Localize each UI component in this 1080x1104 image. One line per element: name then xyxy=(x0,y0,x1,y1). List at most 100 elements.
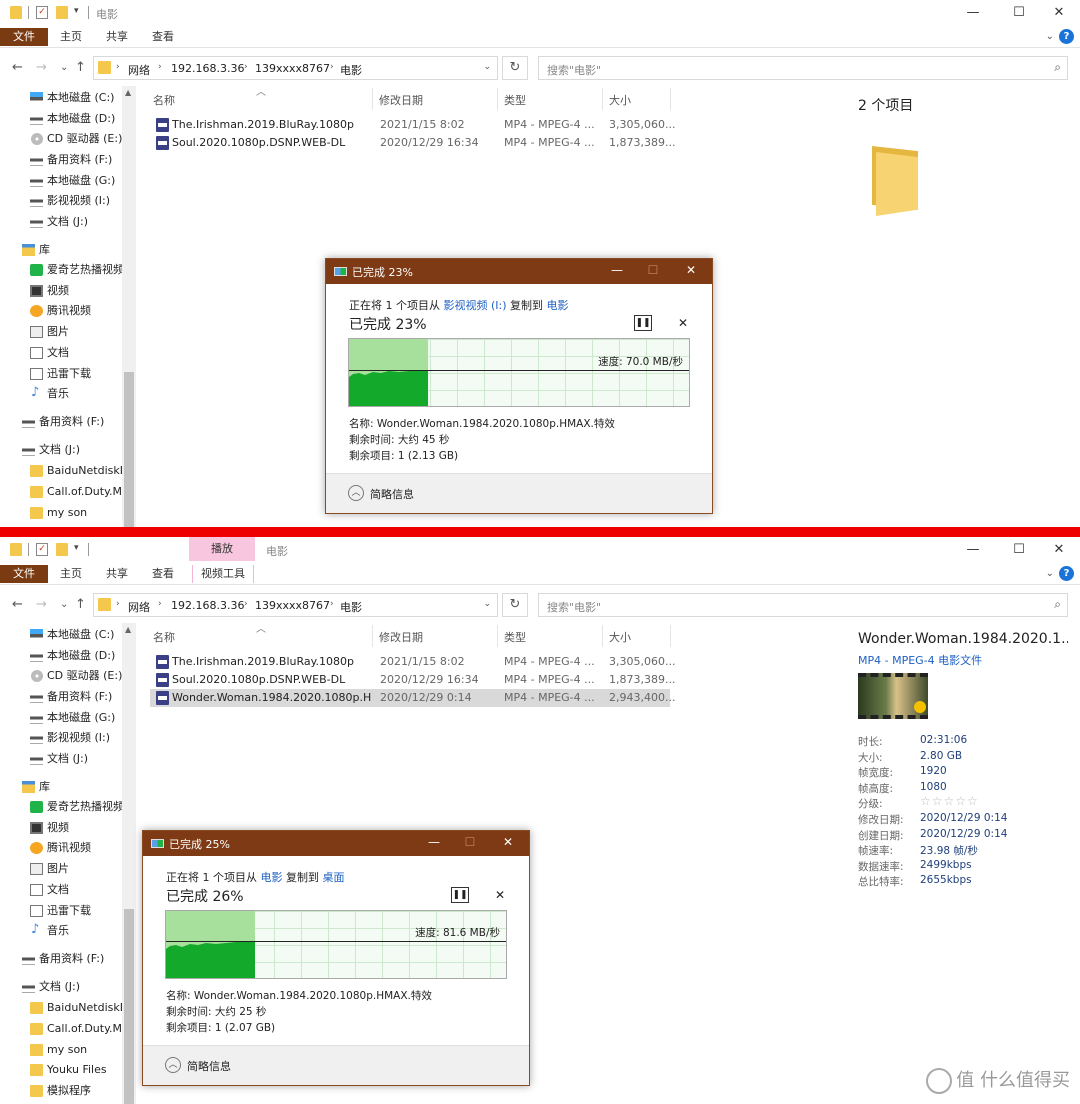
breadcrumb-item[interactable]: 139xxxx8767 xyxy=(255,599,330,612)
sidebar-item-libraries[interactable]: 库 xyxy=(0,777,122,797)
rating-stars[interactable]: ☆☆☆☆☆ xyxy=(920,794,979,808)
column-divider[interactable] xyxy=(372,625,373,647)
sidebar-item-folder[interactable]: Youku Files xyxy=(0,1060,122,1080)
breadcrumb-item[interactable]: 139xxxx8767 xyxy=(255,62,330,75)
sidebar-item-tencent[interactable]: 腾讯视频 xyxy=(0,838,122,858)
tab-home[interactable]: 主页 xyxy=(52,28,90,46)
column-divider[interactable] xyxy=(602,88,603,110)
sidebar-item-folder[interactable]: BaiduNetdiskD xyxy=(0,998,122,1018)
collapse-chevron-icon[interactable]: ︿ xyxy=(165,1057,181,1073)
back-button[interactable]: ← xyxy=(12,60,23,75)
search-input[interactable]: 搜索"电影" ⌕ xyxy=(538,593,1068,617)
chevron-right-icon[interactable]: › xyxy=(244,599,248,609)
file-row[interactable]: The.Irishman.2019.BluRay.1080p 2021/1/15… xyxy=(150,653,675,671)
close-button[interactable]: ✕ xyxy=(1036,540,1080,560)
breadcrumb-item[interactable]: 电影 xyxy=(340,599,362,615)
sidebar-item-documents[interactable]: 文档 xyxy=(0,880,122,900)
forward-button[interactable]: → xyxy=(36,60,47,75)
up-button[interactable]: ↑ xyxy=(75,60,86,75)
close-button[interactable]: ✕ xyxy=(1036,3,1080,23)
sidebar-item-network-j[interactable]: 文档 (J:) xyxy=(0,440,122,460)
sidebar-item-folder[interactable]: Call.of.Duty.Mc xyxy=(0,1019,122,1039)
column-header-type[interactable]: 类型 xyxy=(504,629,526,645)
properties-icon[interactable]: ✓ xyxy=(36,543,48,556)
pause-button[interactable]: ❚❚ xyxy=(451,887,469,903)
properties-icon[interactable]: ✓ xyxy=(36,6,48,19)
destination-link[interactable]: 桌面 xyxy=(323,871,345,884)
chevron-right-icon[interactable]: › xyxy=(158,62,162,72)
sidebar-item-drive-j[interactable]: 文档 (J:) xyxy=(0,212,122,232)
dialog-close-button[interactable]: ✕ xyxy=(493,835,523,849)
sidebar-item-videos[interactable]: 视频 xyxy=(0,281,122,301)
sidebar-item-folder[interactable]: my son xyxy=(0,1040,122,1060)
tab-view[interactable]: 查看 xyxy=(144,565,182,583)
scroll-up-icon[interactable]: ▲ xyxy=(125,88,131,97)
pause-button[interactable]: ❚❚ xyxy=(634,315,652,331)
source-link[interactable]: 影视视频 (I:) xyxy=(444,299,507,312)
sidebar-item-music[interactable]: ♪ 音乐 xyxy=(0,384,122,404)
address-dropdown-icon[interactable]: ⌄ xyxy=(483,599,491,609)
scrollbar-thumb[interactable] xyxy=(124,372,134,527)
tab-share[interactable]: 共享 xyxy=(98,28,136,46)
back-button[interactable]: ← xyxy=(12,597,23,612)
refresh-button[interactable]: ↻ xyxy=(502,593,528,617)
file-row[interactable]: Soul.2020.1080p.DSNP.WEB-DL 2020/12/29 1… xyxy=(150,671,675,689)
chevron-right-icon[interactable]: › xyxy=(330,599,334,609)
column-divider[interactable] xyxy=(670,625,671,647)
sidebar-item-folder[interactable]: my son xyxy=(0,503,122,523)
file-row[interactable]: Soul.2020.1080p.DSNP.WEB-DL 2020/12/29 1… xyxy=(150,134,675,152)
tab-home[interactable]: 主页 xyxy=(52,565,90,583)
sidebar-item-drive-e[interactable]: CD 驱动器 (E:) xyxy=(0,129,122,149)
breadcrumb-item[interactable]: 网络 xyxy=(128,599,150,615)
ribbon-expand-icon[interactable]: ⌄ xyxy=(1046,568,1054,579)
sidebar-item-drive-d[interactable]: 本地磁盘 (D:) xyxy=(0,109,122,129)
address-box[interactable]: › 网络 › 192.168.3.36 › 139xxxx8767 › 电影 ⌄ xyxy=(93,593,498,617)
dialog-close-button[interactable]: ✕ xyxy=(676,263,706,277)
breadcrumb-item[interactable]: 192.168.3.36 xyxy=(171,599,244,612)
sidebar-item-documents[interactable]: 文档 xyxy=(0,343,122,363)
recent-locations-icon[interactable]: ⌄ xyxy=(60,62,68,73)
fewer-details-button[interactable]: 简略信息 xyxy=(187,1058,231,1074)
quick-access-dropdown-icon[interactable]: ▾ xyxy=(74,6,84,19)
chevron-right-icon[interactable]: › xyxy=(244,62,248,72)
sidebar-item-drive-g[interactable]: 本地磁盘 (G:) xyxy=(0,708,122,728)
sidebar-item-drive-f[interactable]: 备用资料 (F:) xyxy=(0,687,122,707)
new-folder-icon[interactable] xyxy=(56,6,68,19)
navigation-scrollbar[interactable]: ▲ xyxy=(122,86,136,527)
column-header-size[interactable]: 大小 xyxy=(609,629,631,645)
column-divider[interactable] xyxy=(670,88,671,110)
sidebar-item-drive-e[interactable]: CD 驱动器 (E:) xyxy=(0,666,122,686)
column-header-size[interactable]: 大小 xyxy=(609,92,631,108)
help-icon[interactable]: ? xyxy=(1059,29,1074,44)
sidebar-item-pictures[interactable]: 图片 xyxy=(0,859,122,879)
fewer-details-button[interactable]: 简略信息 xyxy=(370,486,414,502)
tab-file[interactable]: 文件 xyxy=(0,565,48,583)
dialog-minimize-button[interactable]: — xyxy=(602,263,632,277)
sidebar-item-drive-i[interactable]: 影视视频 (I:) xyxy=(0,191,122,211)
sidebar-item-xunlei[interactable]: 迅雷下载 xyxy=(0,901,122,921)
sidebar-item-drive-i[interactable]: 影视视频 (I:) xyxy=(0,728,122,748)
scroll-up-icon[interactable]: ▲ xyxy=(125,625,131,634)
chevron-right-icon[interactable]: › xyxy=(116,599,120,609)
destination-link[interactable]: 电影 xyxy=(547,299,569,312)
sidebar-item-libraries[interactable]: 库 xyxy=(0,240,122,260)
dialog-minimize-button[interactable]: — xyxy=(419,835,449,849)
column-divider[interactable] xyxy=(497,88,498,110)
minimize-button[interactable]: — xyxy=(950,3,996,23)
sidebar-item-network-f[interactable]: 备用资料 (F:) xyxy=(0,949,122,969)
tab-file[interactable]: 文件 xyxy=(0,28,48,46)
tab-video-tools[interactable]: 视频工具 xyxy=(192,565,254,583)
sidebar-item-xunlei[interactable]: 迅雷下载 xyxy=(0,364,122,384)
quick-access-dropdown-icon[interactable]: ▾ xyxy=(74,543,84,556)
breadcrumb-item[interactable]: 192.168.3.36 xyxy=(171,62,244,75)
sidebar-item-folder[interactable]: 模拟程序 xyxy=(0,1081,122,1101)
recent-locations-icon[interactable]: ⌄ xyxy=(60,599,68,610)
help-icon[interactable]: ? xyxy=(1059,566,1074,581)
sidebar-item-iqiyi[interactable]: 爱奇艺热播视频 xyxy=(0,797,122,817)
breadcrumb-item[interactable]: 网络 xyxy=(128,62,150,78)
ribbon-expand-icon[interactable]: ⌄ xyxy=(1046,31,1054,42)
column-divider[interactable] xyxy=(372,88,373,110)
sidebar-item-drive-g[interactable]: 本地磁盘 (G:) xyxy=(0,171,122,191)
sidebar-item-videos[interactable]: 视频 xyxy=(0,818,122,838)
file-row[interactable]: The.Irishman.2019.BluRay.1080p 2021/1/15… xyxy=(150,116,675,134)
